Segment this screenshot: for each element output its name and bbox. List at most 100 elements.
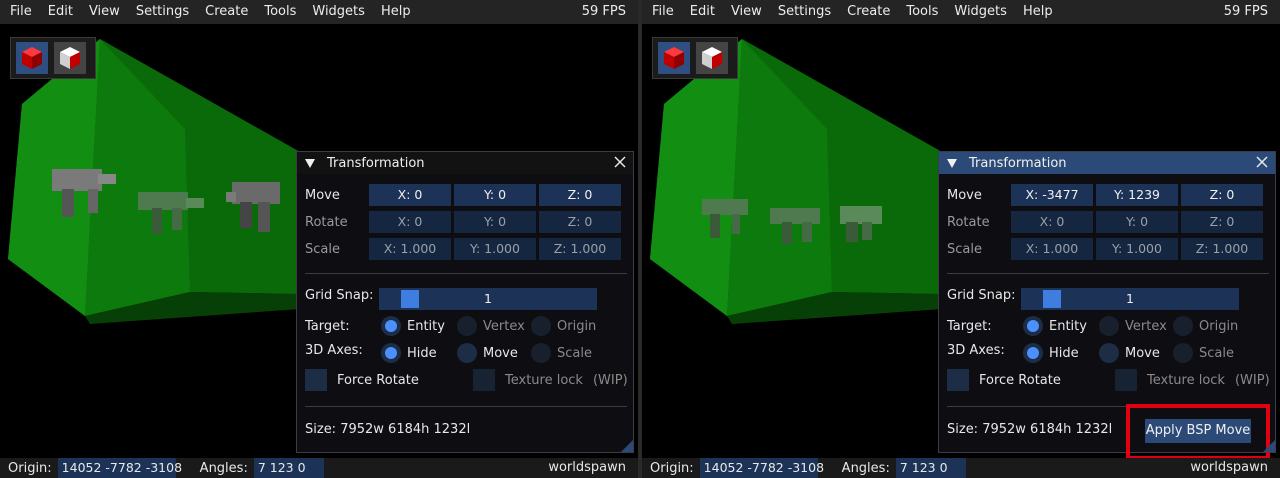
grid-snap-value: 1 bbox=[1126, 291, 1134, 306]
window-title-bar[interactable]: Transformation bbox=[297, 152, 633, 174]
target-entity-radio[interactable]: Entity bbox=[1023, 316, 1087, 336]
menu-widgets[interactable]: Widgets bbox=[304, 0, 373, 24]
menu-help[interactable]: Help bbox=[373, 0, 419, 24]
brush-tool-button[interactable] bbox=[16, 42, 48, 74]
scale-x-field[interactable]: X: 1.000 bbox=[1011, 238, 1093, 260]
radio-off-icon bbox=[457, 343, 477, 363]
radio-on-icon bbox=[381, 343, 401, 363]
highlight-box bbox=[1126, 404, 1270, 460]
scale-y-field[interactable]: Y: 1.000 bbox=[454, 238, 536, 260]
target-label: Target: bbox=[305, 319, 350, 334]
entity-tool-button[interactable] bbox=[54, 42, 86, 74]
angles-field[interactable]: 7 123 0 bbox=[253, 458, 324, 478]
rotate-z-field[interactable]: Z: 0 bbox=[539, 211, 621, 233]
scale-y-field[interactable]: Y: 1.000 bbox=[1096, 238, 1178, 260]
origin-label: Origin: bbox=[8, 460, 52, 476]
axes-move-radio[interactable]: Move bbox=[457, 343, 518, 363]
rotate-x-field[interactable]: X: 0 bbox=[369, 211, 451, 233]
rotate-x-field[interactable]: X: 0 bbox=[1011, 211, 1093, 233]
origin-field[interactable]: 14052 -7782 -3108 bbox=[699, 458, 824, 478]
transformation-window: Transformation Move X: -3477 Y: 1239 Z: … bbox=[938, 151, 1276, 460]
target-vertex-radio[interactable]: Vertex bbox=[1099, 316, 1167, 336]
menu-edit[interactable]: Edit bbox=[40, 0, 81, 24]
window-title-bar[interactable]: Transformation bbox=[939, 152, 1275, 174]
axes-scale-radio[interactable]: Scale bbox=[531, 343, 592, 363]
origin-label: Origin: bbox=[650, 460, 694, 476]
axes-hide-radio[interactable]: Hide bbox=[381, 343, 437, 363]
red-cube-icon bbox=[664, 47, 684, 69]
close-icon[interactable] bbox=[1255, 155, 1269, 169]
fps-counter: 59 FPS bbox=[1223, 4, 1268, 19]
separator bbox=[305, 406, 627, 407]
axes-move-radio[interactable]: Move bbox=[1099, 343, 1160, 363]
target-origin-radio[interactable]: Origin bbox=[1173, 316, 1238, 336]
move-z-field[interactable]: Z: 0 bbox=[1181, 184, 1263, 206]
size-readout: Size: 7952w 6184h 1232l bbox=[947, 422, 1113, 437]
move-label: Move bbox=[947, 187, 982, 203]
grid-snap-slider[interactable]: 1 bbox=[1021, 288, 1239, 310]
fps-counter: 59 FPS bbox=[581, 4, 626, 19]
separator bbox=[305, 273, 627, 274]
move-z-field[interactable]: Z: 0 bbox=[539, 184, 621, 206]
texture-lock-checkbox[interactable]: Texture lock (WIP) bbox=[1115, 369, 1270, 391]
menu-widgets[interactable]: Widgets bbox=[946, 0, 1015, 24]
right-editor-pane: File Edit View Settings Create Tools Wid… bbox=[642, 0, 1280, 478]
origin-field[interactable]: 14052 -7782 -3108 bbox=[57, 458, 182, 478]
transformation-window: Transformation Move X: 0 Y: 0 Z: 0 Rotat… bbox=[296, 151, 634, 453]
axes-scale-radio[interactable]: Scale bbox=[1173, 343, 1234, 363]
rotate-y-field[interactable]: Y: 0 bbox=[454, 211, 536, 233]
scale-z-field[interactable]: Z: 1.000 bbox=[539, 238, 621, 260]
collapse-arrow-icon[interactable] bbox=[947, 158, 957, 168]
collapse-arrow-icon[interactable] bbox=[305, 158, 315, 168]
texture-lock-checkbox[interactable]: Texture lock (WIP) bbox=[473, 369, 628, 391]
close-icon[interactable] bbox=[613, 155, 627, 169]
red-white-cube-icon bbox=[702, 47, 722, 69]
scale-z-field[interactable]: Z: 1.000 bbox=[1181, 238, 1263, 260]
status-bar: Origin: 14052 -7782 -3108 Angles: 7 123 … bbox=[642, 458, 1280, 478]
force-rotate-checkbox[interactable]: Force Rotate bbox=[305, 369, 419, 391]
menu-edit[interactable]: Edit bbox=[682, 0, 723, 24]
resize-grip-icon[interactable] bbox=[621, 440, 633, 452]
target-vertex-radio[interactable]: Vertex bbox=[457, 316, 525, 336]
axes-label: 3D Axes: bbox=[947, 343, 1005, 358]
menu-file[interactable]: File bbox=[0, 0, 40, 24]
move-y-field[interactable]: Y: 0 bbox=[454, 184, 536, 206]
menu-settings[interactable]: Settings bbox=[770, 0, 839, 24]
rotate-y-field[interactable]: Y: 0 bbox=[1096, 211, 1178, 233]
menu-view[interactable]: View bbox=[723, 0, 770, 24]
scale-label: Scale bbox=[947, 241, 982, 257]
scale-row: Scale X: 1.000 Y: 1.000 Z: 1.000 bbox=[947, 238, 1266, 260]
move-x-field[interactable]: X: 0 bbox=[369, 184, 451, 206]
target-entity-radio[interactable]: Entity bbox=[381, 316, 445, 336]
entity-tool-button[interactable] bbox=[696, 42, 728, 74]
resize-grip-icon[interactable] bbox=[1263, 440, 1275, 452]
grid-snap-value: 1 bbox=[484, 291, 492, 306]
menu-create[interactable]: Create bbox=[197, 0, 256, 24]
move-x-field[interactable]: X: -3477 bbox=[1011, 184, 1093, 206]
menu-help[interactable]: Help bbox=[1015, 0, 1061, 24]
tool-palette bbox=[652, 37, 738, 79]
grid-snap-slider[interactable]: 1 bbox=[379, 288, 597, 310]
menu-tools[interactable]: Tools bbox=[256, 0, 304, 24]
axes-hide-radio[interactable]: Hide bbox=[1023, 343, 1079, 363]
menu-file[interactable]: File bbox=[642, 0, 682, 24]
menu-settings[interactable]: Settings bbox=[128, 0, 197, 24]
tool-palette bbox=[10, 37, 96, 79]
radio-off-icon bbox=[1099, 343, 1119, 363]
angles-label: Angles: bbox=[199, 460, 248, 476]
radio-on-icon bbox=[381, 316, 401, 336]
menu-create[interactable]: Create bbox=[839, 0, 898, 24]
scale-x-field[interactable]: X: 1.000 bbox=[369, 238, 451, 260]
move-y-field[interactable]: Y: 1239 bbox=[1096, 184, 1178, 206]
rotate-z-field[interactable]: Z: 0 bbox=[1181, 211, 1263, 233]
status-bar: Origin: 14052 -7782 -3108 Angles: 7 123 … bbox=[0, 458, 638, 478]
checkbox-box bbox=[473, 369, 495, 391]
angles-field[interactable]: 7 123 0 bbox=[895, 458, 966, 478]
force-rotate-checkbox[interactable]: Force Rotate bbox=[947, 369, 1061, 391]
brush-tool-button[interactable] bbox=[658, 42, 690, 74]
size-readout: Size: 7952w 6184h 1232l bbox=[305, 422, 471, 437]
grid-snap-row: Grid Snap: bbox=[305, 288, 385, 303]
menu-tools[interactable]: Tools bbox=[898, 0, 946, 24]
target-origin-radio[interactable]: Origin bbox=[531, 316, 596, 336]
menu-view[interactable]: View bbox=[81, 0, 128, 24]
